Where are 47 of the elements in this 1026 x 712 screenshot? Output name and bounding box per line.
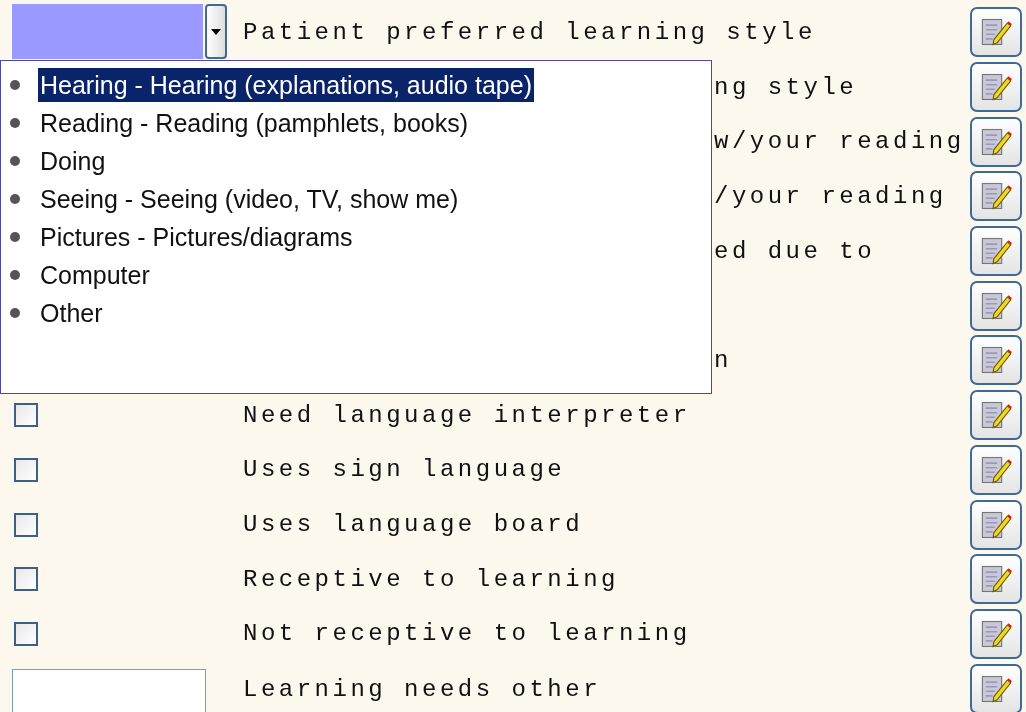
bullet-icon — [10, 118, 20, 128]
dropdown-option[interactable]: Hearing - Hearing (explanations, audio tape) — [38, 68, 534, 102]
edit-button[interactable] — [970, 554, 1022, 605]
bullet-icon — [10, 270, 20, 280]
field-label: ng style — [714, 73, 858, 101]
dropdown-option[interactable]: Seeing - Seeing (video, TV, show me) — [38, 182, 461, 216]
bullet-icon — [10, 308, 20, 318]
dropdown-option[interactable]: Pictures - Pictures/diagrams — [38, 220, 355, 254]
field-label: Uses language board — [243, 511, 584, 539]
checkbox[interactable] — [14, 403, 38, 428]
dropdown-option[interactable]: Computer — [38, 258, 152, 292]
field-label: /your reading — [714, 182, 947, 210]
caret-icon — [211, 28, 221, 35]
field-label: Learning needs other — [243, 675, 602, 703]
field-label: ed due to — [714, 237, 876, 265]
edit-button[interactable] — [970, 171, 1022, 222]
edit-button[interactable] — [970, 116, 1022, 167]
edit-button[interactable] — [970, 7, 1022, 58]
edit-button[interactable] — [970, 664, 1022, 712]
dropdown-option[interactable]: Reading - Reading (pamphlets, books) — [38, 106, 470, 140]
field-label: Receptive to learning — [243, 565, 619, 593]
dropdown-option[interactable]: Doing — [38, 144, 108, 178]
bullet-icon — [10, 156, 20, 166]
edit-button[interactable] — [970, 444, 1022, 495]
bullet-icon — [10, 194, 20, 204]
learning-style-dropdown[interactable] — [12, 4, 227, 60]
edit-button[interactable] — [970, 499, 1022, 550]
checkbox[interactable] — [14, 621, 38, 646]
edit-button[interactable] — [970, 62, 1022, 113]
edit-button[interactable] — [970, 226, 1022, 277]
bullet-icon — [10, 232, 20, 242]
checkbox[interactable] — [14, 567, 38, 592]
edit-button[interactable] — [970, 280, 1022, 331]
checkbox[interactable] — [14, 457, 38, 482]
input-field[interactable] — [12, 669, 206, 712]
dropdown-option[interactable]: Other — [38, 296, 105, 330]
field-label: Uses sign language — [243, 456, 566, 484]
edit-button[interactable] — [970, 390, 1022, 441]
field-label: w/your reading — [714, 128, 965, 156]
checkbox[interactable] — [14, 512, 38, 537]
bullet-icon — [10, 80, 20, 90]
edit-button[interactable] — [970, 608, 1022, 659]
edit-button[interactable] — [970, 335, 1022, 386]
field-label: Not receptive to learning — [243, 620, 691, 648]
field-label: Patient preferred learning style — [243, 18, 816, 46]
field-label: n — [714, 346, 732, 374]
field-label: Need language interpreter — [243, 401, 691, 429]
